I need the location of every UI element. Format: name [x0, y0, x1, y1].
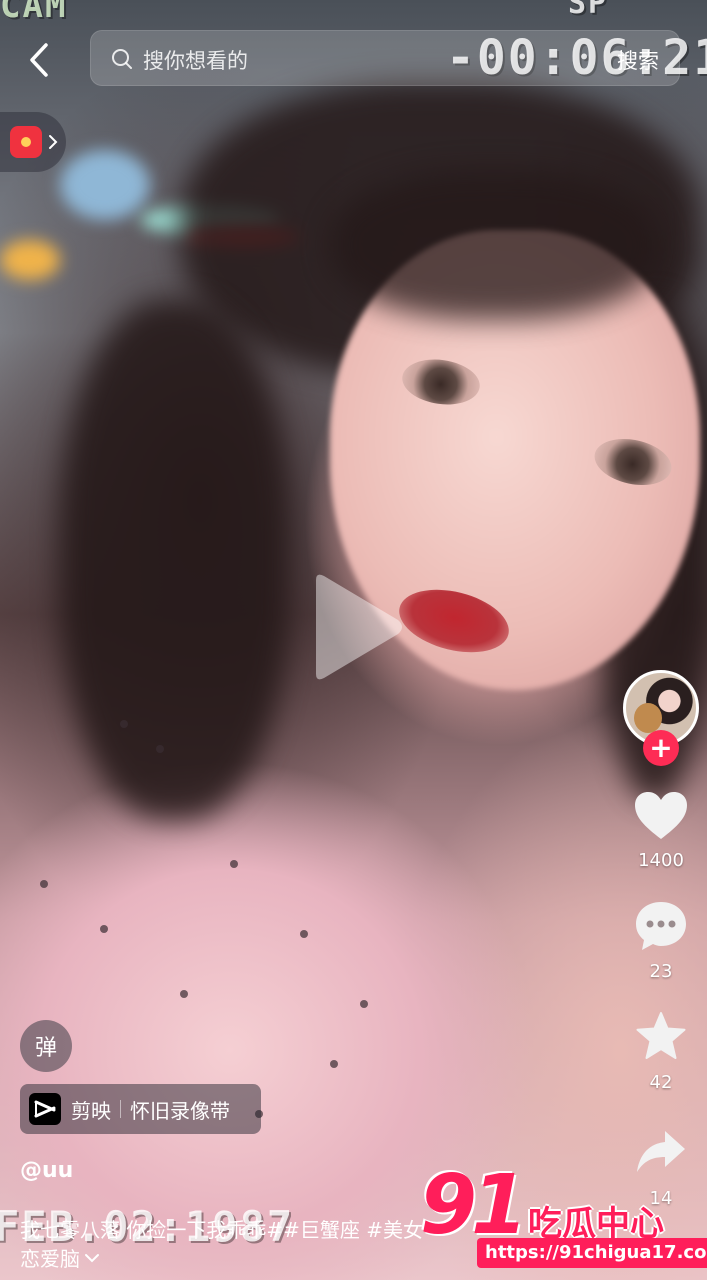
comment-count: 23	[649, 961, 673, 982]
chevron-down-icon	[85, 1253, 99, 1262]
play-icon[interactable]	[306, 572, 406, 682]
danmu-toggle-button[interactable]: 弹	[20, 1020, 72, 1072]
like-button[interactable]	[631, 788, 691, 844]
search-bar[interactable]: 搜你想看的 搜索	[90, 30, 680, 86]
template-name: 怀旧录像带	[130, 1098, 230, 1123]
share-button[interactable]	[631, 1124, 691, 1180]
sequin	[330, 1060, 338, 1068]
search-icon	[112, 49, 132, 69]
comment-button[interactable]	[631, 898, 691, 954]
avatar-bear-shape	[634, 703, 662, 733]
favorite-count: 42	[649, 1072, 673, 1093]
follow-button[interactable]: +	[643, 730, 679, 766]
template-app-name: 剪映	[71, 1098, 111, 1123]
sequin	[156, 745, 164, 753]
vhs-sp-label: SP	[568, 0, 609, 21]
search-button[interactable]: 搜索	[617, 45, 659, 75]
back-button[interactable]	[22, 40, 56, 80]
template-chip[interactable]: 剪映 怀旧录像带	[20, 1084, 261, 1134]
hair-shape	[60, 300, 290, 820]
red-packet-entry[interactable]	[0, 112, 66, 172]
sequin	[120, 720, 128, 728]
back-arrow-icon	[30, 43, 48, 77]
caption-line-2: 恋爱脑	[20, 1247, 80, 1271]
favorite-button[interactable]	[631, 1008, 691, 1064]
sequin	[300, 930, 308, 938]
sequin	[40, 880, 48, 888]
share-icon	[637, 1131, 685, 1172]
sequin	[100, 925, 108, 933]
watermark-url: https://91chigua17.com	[477, 1238, 707, 1268]
sequin	[360, 1000, 368, 1008]
vhs-cam-label: CAM	[0, 0, 68, 26]
caption-continued[interactable]: 恋爱脑	[20, 1243, 100, 1272]
star-icon	[636, 1012, 686, 1059]
sequin	[180, 990, 188, 998]
like-count: 1400	[638, 850, 684, 871]
heart-icon	[635, 792, 687, 839]
sequin	[230, 860, 238, 868]
capcut-icon	[29, 1093, 61, 1125]
street-light	[0, 240, 60, 280]
chip-divider	[120, 1100, 121, 1118]
chevron-right-icon	[49, 135, 58, 149]
hair-shape	[330, 170, 660, 320]
creator-username[interactable]: @uu	[20, 1158, 73, 1183]
street-light	[60, 150, 150, 220]
search-placeholder[interactable]: 搜你想看的	[143, 45, 248, 75]
comment-icon	[636, 902, 686, 950]
red-packet-icon	[10, 126, 42, 158]
